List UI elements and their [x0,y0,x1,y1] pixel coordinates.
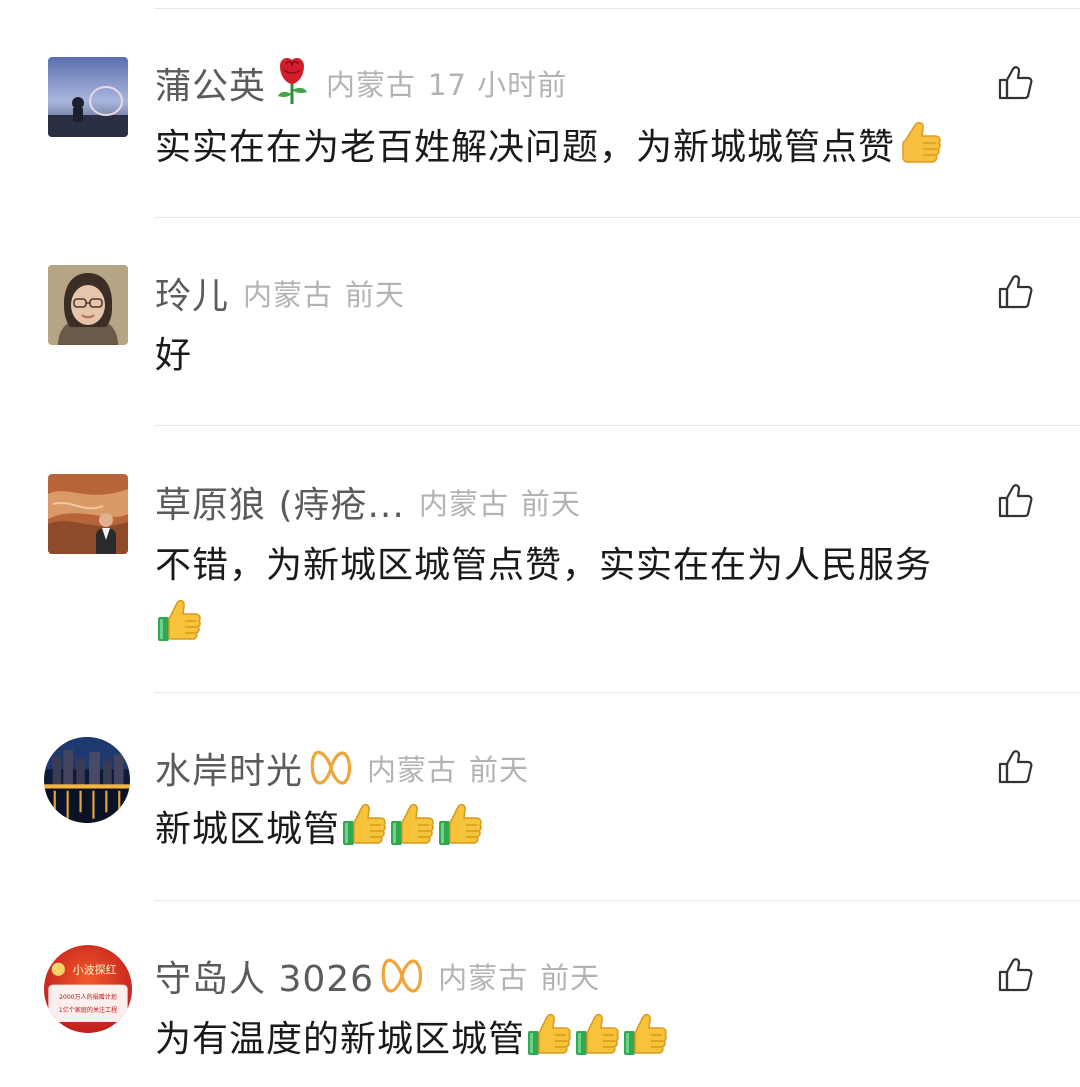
thumbs-up-emoji-icon [895,119,943,167]
commenter-location: 内蒙古 [438,961,529,995]
comment-text-block: 好 [155,326,1035,386]
avatar[interactable] [48,57,128,137]
comment-time: 前天 [469,753,530,787]
commenter-location: 内蒙古 [326,68,417,102]
comment-text-block: 新城区城管 [155,800,1035,860]
comment-item: 小波探红 2000万人的捐赠计划 1亿个家庭的关注工程 守岛人 3026 内蒙古… [0,900,1080,1087]
like-icon[interactable] [996,748,1034,786]
like-icon[interactable] [996,482,1034,520]
commenter-location: 内蒙古 [243,278,334,312]
comment-meta: 蒲公英 内蒙古 17 小时前 [155,55,567,111]
avatar[interactable] [48,265,128,345]
comment-text: 实实在在为老百姓解决问题，为新城城管点赞 [155,127,896,168]
avatar[interactable] [44,737,130,823]
comment-text: 新城区城管 [155,809,341,850]
rose-icon [272,56,312,110]
avatar-line-2: 1亿个家庭的关注工程 [59,1006,117,1014]
comment-time: 前天 [345,278,406,312]
comment-time: 17 小时前 [428,68,568,102]
comment-text-block: 为有温度的新城区城管 [155,1010,1035,1070]
comment-meta: 玲儿 内蒙古 前天 [155,265,405,321]
comment-meta: 水岸时光 内蒙古 前天 [155,740,529,796]
comment-meta: 守岛人 3026 内蒙古 前天 [155,948,600,1004]
commenter-name[interactable]: 蒲公英 [155,57,266,109]
commenter-name[interactable]: 玲儿 [155,267,229,319]
like-icon[interactable] [996,273,1034,311]
thumbs-up-emoji-icon [573,1011,621,1059]
avatar-line-1: 2000万人的捐赠计划 [59,993,117,1001]
thumbs-up-emoji-icon [621,1011,669,1059]
thumbs-up-emoji-icon [436,801,484,849]
comment-meta: 草原狼 (痔疮... 内蒙古 前天 [155,474,581,530]
comment-item: 水岸时光 内蒙古 前天 新城区城管 [0,692,1080,901]
avatar[interactable]: 小波探红 2000万人的捐赠计划 1亿个家庭的关注工程 [44,945,132,1033]
commenter-location: 内蒙古 [367,753,458,787]
comment-text: 不错，为新城区城管点赞，实实在在为人民服务 [155,545,933,586]
thumbs-up-emoji-icon [525,1011,573,1059]
vip-badge-icon [380,958,424,994]
avatar-title: 小波探红 [73,964,117,977]
like-icon[interactable] [996,64,1034,102]
commenter-location: 内蒙古 [418,487,509,521]
comment-text-block: 不错，为新城区城管点赞，实实在在为人民服务 [155,536,1035,656]
avatar[interactable] [48,474,128,554]
commenter-name[interactable]: 草原狼 (痔疮... [155,476,405,528]
commenter-name[interactable]: 守岛人 3026 [155,950,374,1002]
thumbs-up-emoji-icon [155,597,203,645]
like-icon[interactable] [996,956,1034,994]
thumbs-up-emoji-icon [388,801,436,849]
comment-item: 草原狼 (痔疮... 内蒙古 前天 不错，为新城区城管点赞，实实在在为人民服务 [0,426,1080,693]
comment-text: 为有温度的新城区城管 [155,1019,526,1060]
commenter-name[interactable]: 水岸时光 [155,742,303,794]
vip-badge-icon [309,750,353,786]
comment-text-block: 实实在在为老百姓解决问题，为新城城管点赞 [155,118,1035,178]
thumbs-up-emoji-icon [340,801,388,849]
comment-time: 前天 [520,487,581,521]
comment-item: 蒲公英 内蒙古 17 小时前 实实在在为老百姓解决问题，为新城城管点赞 [0,0,1080,218]
comment-time: 前天 [540,961,601,995]
comment-text: 好 [155,335,193,376]
comment-item: 玲儿 内蒙古 前天 好 [0,218,1080,426]
